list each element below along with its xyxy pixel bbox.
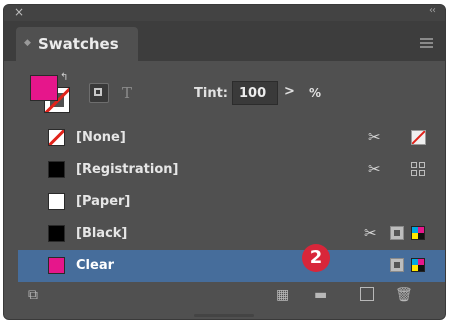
- tint-label: Tint:: [194, 86, 228, 101]
- fill-stroke-control[interactable]: ↰: [30, 72, 72, 113]
- tab-swatches[interactable]: ◆ Swatches: [16, 27, 138, 61]
- swatch-name: Clear: [76, 258, 114, 273]
- formatting-affects-text-button[interactable]: T: [122, 84, 132, 102]
- cmyk-color-mode-icon: [411, 258, 425, 272]
- no-edit-icon: ✂: [368, 128, 381, 146]
- registration-color-mode-icon: [411, 162, 426, 177]
- swatch-chip-black: [48, 225, 65, 242]
- swap-fill-stroke-icon[interactable]: ↰: [60, 72, 68, 83]
- swatch-row-black[interactable]: [Black] ✂: [18, 218, 445, 250]
- tint-percent-label: %: [309, 86, 322, 100]
- swatch-chip-paper: [48, 193, 65, 210]
- step-badge: 2: [302, 244, 330, 272]
- delete-swatch-icon[interactable]: 🗑: [395, 287, 413, 303]
- swatch-row-registration[interactable]: [Registration] ✂: [18, 154, 445, 186]
- swatch-name: [None]: [76, 130, 126, 145]
- none-color-mode-icon: [411, 130, 426, 145]
- tab-swatches-label: Swatches: [38, 35, 119, 53]
- process-color-type-icon: [390, 226, 404, 240]
- panel-footer: ⧉ ▦ ▬ 🗑: [4, 281, 445, 319]
- swatch-list: [None] ✂ [Registration] ✂ [Paper] [Black…: [18, 122, 445, 282]
- new-swatch-icon[interactable]: [360, 287, 374, 301]
- swatch-row-none[interactable]: [None] ✂: [18, 122, 445, 154]
- no-edit-icon: ✂: [368, 160, 381, 178]
- panel-tab-row: ◆ Swatches: [4, 21, 445, 61]
- panel-menu-icon[interactable]: [420, 38, 433, 48]
- tab-grip-icon: ◆: [24, 38, 31, 48]
- cmyk-color-mode-icon: [411, 226, 425, 240]
- panel-resize-grip[interactable]: [194, 314, 254, 317]
- panel-titlebar: × ‹‹: [4, 5, 445, 21]
- swatch-row-clear[interactable]: Clear: [18, 250, 445, 282]
- swatch-name: [Paper]: [76, 194, 131, 209]
- show-swatch-kinds-icon[interactable]: ⧉: [28, 287, 38, 303]
- swatch-chip-registration: [48, 161, 65, 178]
- swatch-chip-none: [48, 129, 65, 146]
- collapse-panel-icon[interactable]: ‹‹: [429, 5, 436, 16]
- formatting-affects-container-button[interactable]: [89, 83, 109, 103]
- swatch-views-icon[interactable]: ▦: [276, 287, 289, 303]
- no-edit-icon: ✂: [364, 224, 377, 242]
- fill-swatch-icon[interactable]: [30, 75, 58, 101]
- process-color-type-icon: [390, 258, 404, 272]
- swatches-panel: × ‹‹ ◆ Swatches ↰ T Tint: 100 > % [None]…: [3, 4, 446, 320]
- swatch-name: [Black]: [76, 226, 128, 241]
- tint-slider-toggle[interactable]: >: [284, 84, 295, 99]
- swatch-name: [Registration]: [76, 162, 179, 177]
- swatch-chip-clear: [48, 257, 65, 274]
- swatch-row-paper[interactable]: [Paper]: [18, 186, 445, 218]
- new-color-group-icon[interactable]: ▬: [314, 287, 327, 303]
- close-icon[interactable]: ×: [14, 5, 24, 19]
- tint-input[interactable]: 100: [232, 81, 278, 105]
